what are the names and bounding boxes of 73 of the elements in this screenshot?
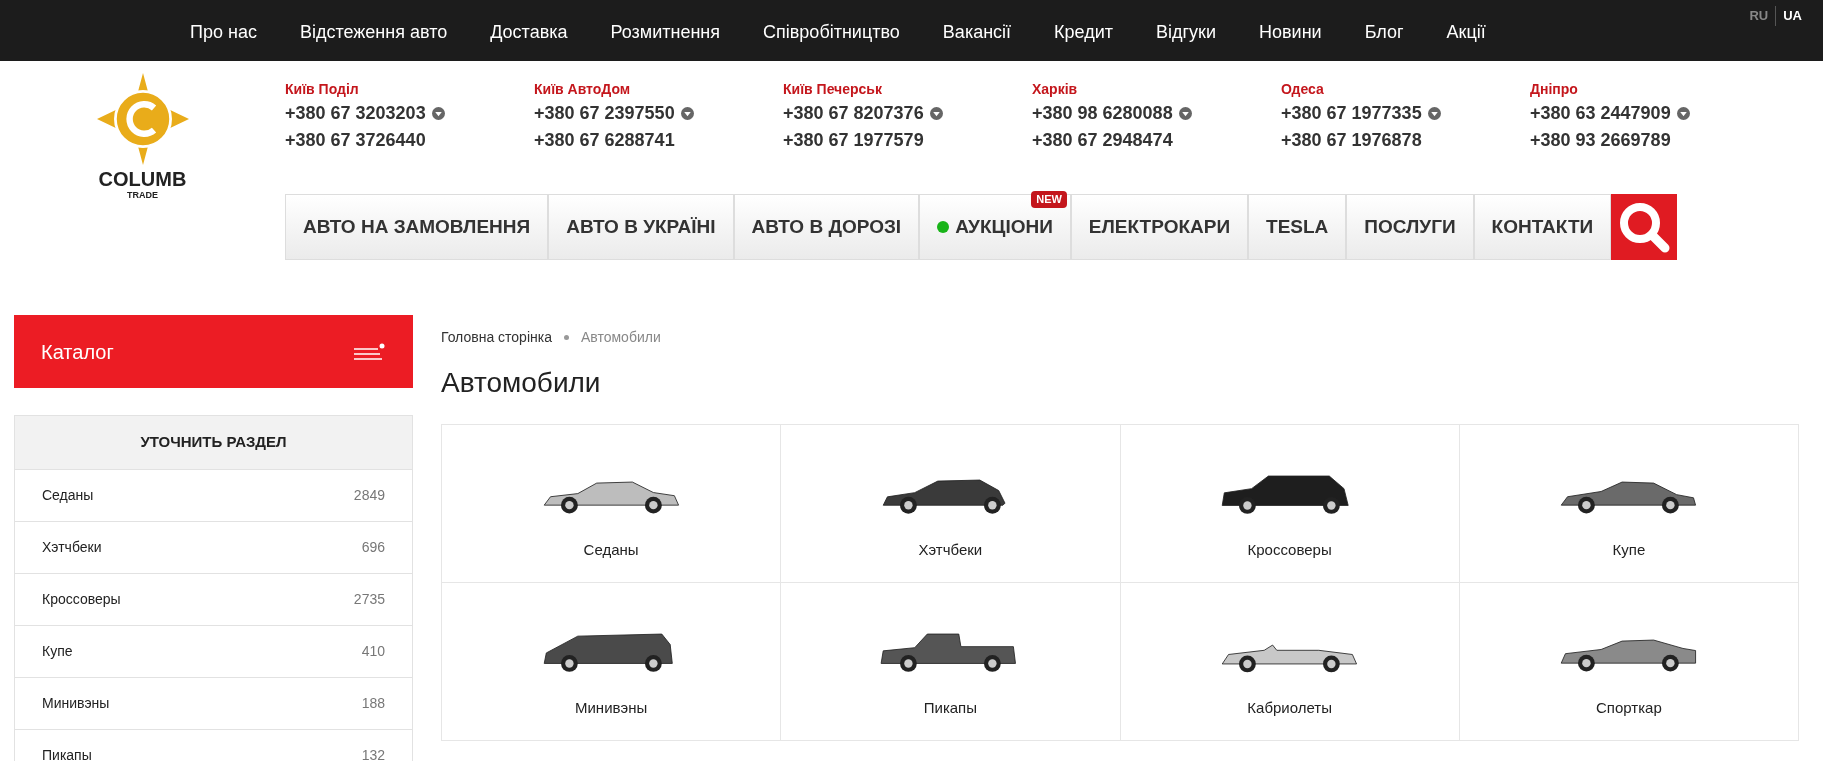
top-menu-link[interactable]: Доставка [490,19,568,46]
phone-number[interactable]: +380 67 2397550 [534,100,675,127]
main-nav-item[interactable]: TESLA [1248,194,1347,260]
phone-number[interactable]: +380 67 2948474 [1032,127,1173,154]
phone-number[interactable]: +380 67 1977335 [1281,100,1422,127]
phone-number[interactable]: +380 67 1976878 [1281,127,1422,154]
page-title: Автомобили [441,366,602,400]
phone-number[interactable]: +380 67 3203203 [285,100,426,127]
catalog-header[interactable]: Каталог [14,315,413,388]
new-badge: NEW [1031,191,1067,208]
top-menu-link[interactable]: Про нас [190,19,257,46]
top-menu-link[interactable]: Відгуки [1156,19,1217,46]
main-nav-item[interactable]: КОНТАКТИ [1473,194,1612,260]
phone-number[interactable]: +380 98 6280088 [1032,100,1173,127]
refine-item[interactable]: Минивэны 188 [15,677,412,729]
category-tile[interactable]: Пикапы [781,583,1121,741]
main-nav-item[interactable]: АВТО В УКРАЇНІ [548,194,734,260]
top-menu-link[interactable]: Акції [1446,19,1486,46]
top-menu-link[interactable]: Співробітництво [763,19,900,46]
logo-subtitle: TRADE [127,189,158,202]
top-menu-link[interactable]: Вакансії [942,19,1012,46]
search-button[interactable] [1611,194,1678,260]
city-name: Київ АвтоДом [534,80,632,99]
dropdown-caret-icon[interactable] [680,107,694,120]
city-name: Дніпро [1530,80,1579,99]
category-tile[interactable]: Кабриолеты [1120,583,1460,741]
menu-icon [354,342,386,361]
refine-item[interactable]: Хэтчбеки 696 [15,521,412,573]
dropdown-caret-icon[interactable] [1427,107,1441,120]
refine-title: УТОЧНИТЬ РАЗДЕЛ [15,416,412,469]
logo-name: COLUMB [98,169,187,189]
top-menu-link[interactable]: Кредит [1054,19,1114,46]
phone-number[interactable]: +380 67 8207376 [783,100,924,127]
category-tile[interactable]: Спорткар [1459,583,1799,741]
top-menu-link[interactable]: Блог [1364,19,1404,46]
top-menu-link[interactable]: Новини [1259,19,1322,46]
phone-number[interactable]: +380 67 6288741 [534,127,675,154]
top-menu-link[interactable]: Відстеження авто [299,19,448,46]
refine-item[interactable]: Купе 410 [15,625,412,677]
city-name: Одеса [1281,80,1325,99]
refine-item[interactable]: Кроссоверы 2735 [15,573,412,625]
main-nav-item[interactable]: ПОСЛУГИ [1346,194,1474,260]
breadcrumb-link[interactable]: Головна сторінка [441,327,552,348]
phone-number[interactable]: +380 67 3726440 [285,127,426,154]
city-name: Харків [1032,80,1079,99]
main-nav-item[interactable]: АВТО В ДОРОЗІ [733,194,920,260]
language-link[interactable]: UA [1775,6,1809,26]
category-tile[interactable]: Купе [1459,425,1799,583]
main-nav-item[interactable]: АВТО НА ЗАМОВЛЕННЯ [285,194,549,260]
breadcrumb-current: Автомобили [580,328,661,347]
compass-logo-icon [96,73,189,165]
main-nav-item[interactable]: NEW АУКЦІОНИ [919,194,1071,260]
main-nav-item[interactable]: ЕЛЕКТРОКАРИ [1070,194,1249,260]
breadcrumb-separator-icon [563,335,569,340]
city-name: Київ Поділ [285,80,360,99]
category-tile[interactable]: Кроссоверы [1120,425,1460,583]
phone-number[interactable]: +380 63 2447909 [1530,100,1671,127]
phone-number[interactable]: +380 93 2669789 [1530,127,1671,154]
dropdown-caret-icon[interactable] [431,107,445,120]
language-link[interactable]: RU [1742,6,1776,26]
refine-item[interactable]: Пикапы 132 [15,729,412,761]
category-tile[interactable]: Минивэны [442,583,782,741]
dropdown-caret-icon[interactable] [929,107,943,120]
category-tile[interactable]: Седаны [442,425,782,583]
refine-item[interactable]: Седаны 2849 [15,469,412,521]
city-name: Київ Печерськ [783,80,883,99]
catalog-title: Каталог [41,339,114,365]
dropdown-caret-icon[interactable] [1676,107,1690,120]
search-icon [1617,200,1672,254]
phone-number[interactable]: +380 67 1977579 [783,127,924,154]
category-tile[interactable]: Хэтчбеки [781,425,1121,583]
top-menu-link[interactable]: Розмитнення [610,19,721,46]
dropdown-caret-icon[interactable] [1178,107,1192,120]
